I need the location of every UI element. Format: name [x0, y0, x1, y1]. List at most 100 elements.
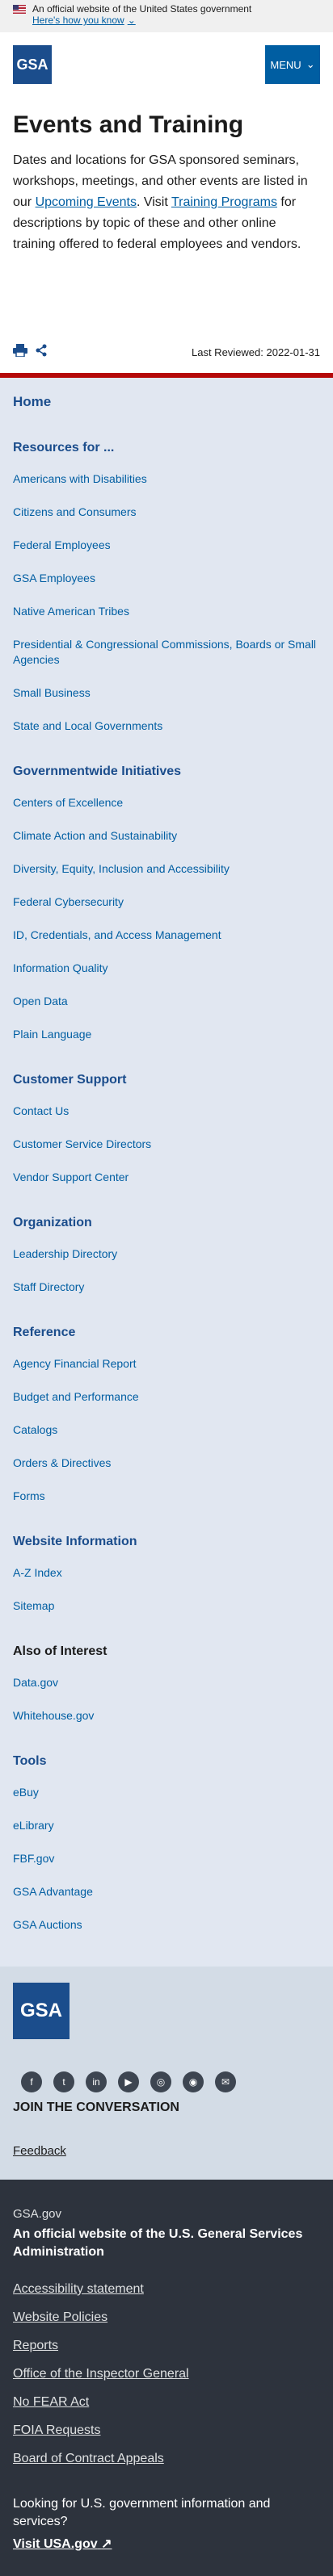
footer-site-name: GSA.gov	[13, 2207, 62, 2221]
sidenav-link[interactable]: Vendor Support Center	[13, 1171, 129, 1183]
sidenav-link[interactable]: eBuy	[13, 1786, 39, 1799]
sidenav-link[interactable]: Data.gov	[13, 1676, 58, 1689]
logo-text: GSA	[16, 56, 48, 73]
sidenav-link[interactable]: A-Z Index	[13, 1566, 62, 1579]
join-the-conversation: JOIN THE CONVERSATION	[13, 2101, 179, 2114]
sidenav-item: A-Z Index	[13, 1565, 320, 1581]
sidenav-section-title: Tools	[13, 1754, 47, 1768]
sidenav-item: Data.gov	[13, 1675, 320, 1690]
gsa-footer-logo[interactable]: GSA	[13, 1983, 70, 2039]
footer-link[interactable]: Website Policies	[13, 2310, 107, 2324]
sidenav-item: Budget and Performance	[13, 1389, 320, 1405]
sidenav-link[interactable]: Presidential & Congressional Commissions…	[13, 638, 316, 666]
sidenav-link[interactable]: GSA Advantage	[13, 1885, 93, 1898]
sidenav-item: Contact Us	[13, 1104, 320, 1119]
sidenav-link[interactable]: FBF.gov	[13, 1852, 54, 1865]
sidenav-item: GSA Employees	[13, 571, 320, 586]
sidenav-link[interactable]: Native American Tribes	[13, 605, 129, 618]
sidenav-link[interactable]: Americans with Disabilities	[13, 472, 147, 485]
footer-links: Accessibility statement Website Policies R…	[13, 2282, 320, 2466]
sidenav-item: Centers of Excellence	[13, 795, 320, 810]
sidenav-link[interactable]: Leadership Directory	[13, 1247, 117, 1260]
footer-bottom: GSA.gov An official website of the U.S. …	[0, 2180, 333, 2576]
sidenav-item: GSA Advantage	[13, 1884, 320, 1900]
sidenav-list: Agency Financial Report Budget and Perfor…	[13, 1356, 320, 1504]
sidenav-item: Plain Language	[13, 1027, 320, 1042]
sidenav-list: A-Z Index Sitemap	[13, 1565, 320, 1614]
sidenav-link[interactable]: Customer Service Directors	[13, 1137, 151, 1150]
sidenav-link[interactable]: ID, Credentials, and Access Management	[13, 928, 221, 941]
gsa-logo[interactable]: GSA	[13, 45, 52, 84]
footer-link[interactable]: Board of Contract Appeals	[13, 2452, 164, 2465]
email-icon[interactable]: ✉	[215, 2071, 236, 2092]
sidenav-link[interactable]: GSA Employees	[13, 572, 95, 584]
sidenav-link[interactable]: Small Business	[13, 686, 91, 699]
footer-link-item: FOIA Requests	[13, 2423, 320, 2438]
sidenav-link[interactable]: eLibrary	[13, 1819, 54, 1832]
sidenav-home-link[interactable]: Home	[13, 394, 320, 410]
sidenav-link[interactable]: Sitemap	[13, 1599, 54, 1612]
sidenav-item: Customer Service Directors	[13, 1137, 320, 1152]
sidenav-item: Information Quality	[13, 961, 320, 976]
sidenav-link[interactable]: State and Local Governments	[13, 719, 162, 732]
twitter-icon[interactable]: t	[53, 2071, 74, 2092]
sidenav-link[interactable]: Orders & Directives	[13, 1456, 111, 1469]
footer-link[interactable]: Accessibility statement	[13, 2282, 144, 2296]
sidenav-item: Agency Financial Report	[13, 1356, 320, 1372]
sidenav-section-title: Organization	[13, 1216, 92, 1229]
sidenav-section-title: Governmentwide Initiatives	[13, 764, 182, 778]
rss-icon[interactable]: ◉	[183, 2071, 204, 2092]
page-title: Events and Training	[13, 111, 244, 138]
feedback-link[interactable]: Feedback	[13, 2144, 66, 2158]
sidenav-link[interactable]: Diversity, Equity, Inclusion and Accessi…	[13, 862, 230, 875]
sidenav-link[interactable]: Catalogs	[13, 1423, 57, 1436]
sidenav-link[interactable]: Centers of Excellence	[13, 796, 123, 809]
sidenav-link[interactable]: Agency Financial Report	[13, 1357, 137, 1370]
sidenav-item: eBuy	[13, 1785, 320, 1800]
sidenav-item: Presidential & Congressional Commissions…	[13, 637, 320, 668]
footer-link[interactable]: No FEAR Act	[13, 2395, 89, 2409]
footer-link[interactable]: Reports	[13, 2339, 58, 2352]
sidenav-link[interactable]: Plain Language	[13, 1028, 91, 1041]
sidenav-link[interactable]: Contact Us	[13, 1104, 69, 1117]
sidenav-link[interactable]: Forms	[13, 1489, 45, 1502]
instagram-icon[interactable]: ◎	[150, 2071, 171, 2092]
sidenav-link[interactable]: Climate Action and Sustainability	[13, 829, 177, 842]
page-meta: Last Reviewed: 2022-01-31	[13, 339, 320, 365]
sidenav-list: Leadership Directory Staff Directory	[13, 1246, 320, 1295]
sidenav-link[interactable]: Federal Cybersecurity	[13, 895, 124, 908]
training-programs-link[interactable]: Training Programs	[171, 195, 277, 209]
sidenav-section-title: Customer Support	[13, 1073, 127, 1087]
sidenav-link[interactable]: GSA Auctions	[13, 1918, 82, 1931]
sidenav-link[interactable]: Open Data	[13, 995, 68, 1007]
linkedin-icon[interactable]: in	[86, 2071, 107, 2092]
sidenav-link[interactable]: Whitehouse.gov	[13, 1709, 94, 1722]
sidenav-item: GSA Auctions	[13, 1917, 320, 1933]
sidenav-item: Americans with Disabilities	[13, 471, 320, 487]
site-header: GSA MENU ⌄	[0, 32, 333, 97]
youtube-icon[interactable]: ▶	[118, 2071, 139, 2092]
sidenav-item: Sitemap	[13, 1598, 320, 1614]
footer-link[interactable]: FOIA Requests	[13, 2423, 101, 2437]
sidenav-link[interactable]: Federal Employees	[13, 538, 111, 551]
intro-paragraph: Dates and locations for GSA sponsored se…	[13, 150, 320, 255]
sidenav-list: Data.gov Whitehouse.gov	[13, 1675, 320, 1724]
print-icon[interactable]	[13, 343, 27, 361]
sidenav-link[interactable]: Citizens and Consumers	[13, 505, 137, 518]
footer-link[interactable]: Office of the Inspector General	[13, 2367, 189, 2381]
sidenav-link[interactable]: Budget and Performance	[13, 1390, 139, 1403]
footer-official-text: An official website of the U.S. General …	[13, 2227, 303, 2259]
heres-how-you-know-link[interactable]: Here's how you know ⌄	[32, 15, 136, 26]
upcoming-events-link[interactable]: Upcoming Events	[36, 195, 137, 209]
visit-usa-gov-link[interactable]: Visit USA.gov ↗	[13, 2536, 112, 2552]
sidenav-item: Federal Employees	[13, 538, 320, 553]
sidenav-link[interactable]: Staff Directory	[13, 1280, 84, 1293]
menu-button[interactable]: MENU ⌄	[265, 45, 320, 84]
share-icon[interactable]	[36, 344, 47, 361]
facebook-icon[interactable]: f	[21, 2071, 42, 2092]
sidenav-link[interactable]: Information Quality	[13, 961, 108, 974]
sidenav-item: Diversity, Equity, Inclusion and Accessi…	[13, 861, 320, 877]
sidenav-item: Native American Tribes	[13, 604, 320, 619]
sidenav-item: FBF.gov	[13, 1851, 320, 1866]
side-navigation: Home Resources for ... Americans with Dis…	[0, 378, 333, 1967]
